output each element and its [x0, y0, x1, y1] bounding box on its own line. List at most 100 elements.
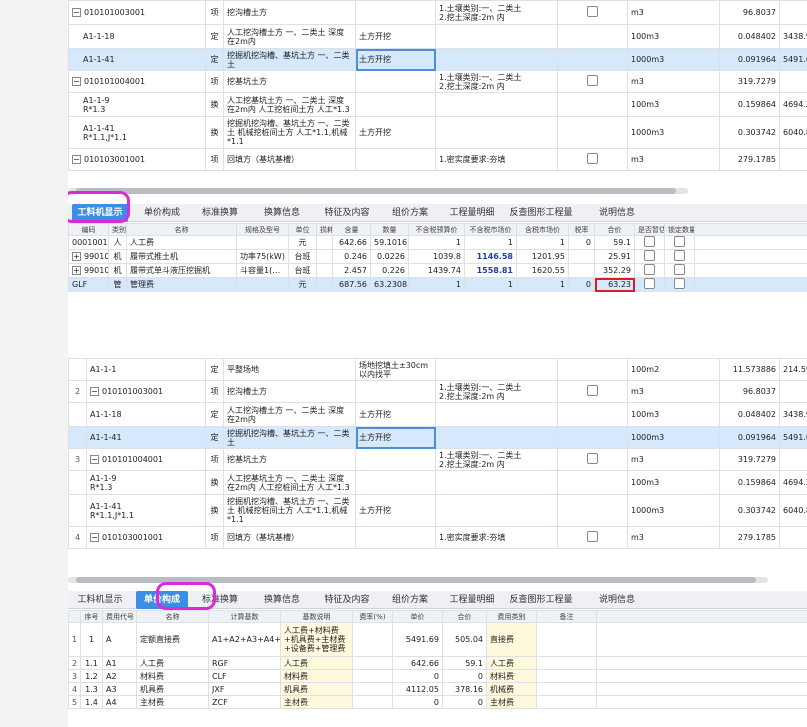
item-price: [779, 148, 807, 171]
table-row[interactable]: A1-1-41 R*1.1,J*1.1 换挖掘机挖沟槽、基坑土方 一、二类土 机械挖…: [68, 116, 807, 149]
table-row[interactable]: A1-1-41 R*1.1,J*1.1 换挖掘机挖沟槽、基坑土方 一、二类土 机械挖…: [68, 494, 807, 527]
table-row[interactable]: −010103001001 项回填方（基坑基槽） 1.密实度要求:夯填 m3 279.1…: [68, 148, 807, 171]
table-row[interactable]: 2 1.1 A1 人工费 RGF 人工费 642.66 59.1 人工费: [68, 656, 807, 670]
tab-8[interactable]: 反查图形工程量: [504, 204, 578, 222]
item-name: 回填方（基坑基槽）: [223, 148, 356, 171]
column-header: 不含税市场价: [464, 223, 517, 236]
tab-9[interactable]: 说明信息: [580, 204, 654, 222]
item-check: [557, 116, 628, 149]
checkbox[interactable]: [587, 531, 598, 542]
table-row[interactable]: +990101015机履带式推土机功率75(kW)台班 0.2460.022610…: [68, 249, 807, 264]
labor-name: 履带式推土机: [126, 249, 237, 264]
item-desc: [355, 70, 436, 93]
scrollbar-thumb[interactable]: [76, 188, 676, 194]
checkbox[interactable]: [674, 250, 685, 261]
tab-6[interactable]: 组价方案: [380, 204, 440, 222]
checkbox[interactable]: [644, 250, 655, 261]
table-row[interactable]: 3−010101004001 项挖基坑土方 1.土壤类别:一、二类土 2.挖土深度:2…: [68, 448, 807, 471]
table-row[interactable]: A1-1-18 定人工挖沟槽土方 一、二类土 深度在2m内 土方开挖 100m3 0.0…: [68, 24, 807, 49]
item-unit: 1000m3: [627, 494, 720, 527]
table-row[interactable]: 11A定额直接费A1+A2+A3+A4+A5+A6人工费+材料费+机具费+主材费…: [68, 622, 807, 657]
table-row[interactable]: 4−010103001001 项回填方（基坑基槽） 1.密实度要求:夯填 m3 279.…: [68, 526, 807, 549]
tree-toggle-icon[interactable]: −: [72, 155, 81, 164]
checkbox[interactable]: [674, 264, 685, 275]
item-code: A1-1-41: [86, 426, 206, 449]
table-row[interactable]: −010101003001 项挖沟槽土方 1.土壤类别:一、二类土 2.挖土深度:2m…: [68, 0, 807, 25]
row-number: [68, 358, 87, 381]
item-price: 5491.69: [779, 426, 807, 449]
checkbox[interactable]: [644, 278, 655, 289]
table-row[interactable]: −010101004001 项挖基坑土方 1.土壤类别:一、二类土 2.挖土深度:2m…: [68, 70, 807, 93]
tree-toggle-icon[interactable]: +: [72, 266, 81, 275]
tab-7[interactable]: 工程量明细: [442, 591, 502, 609]
tab-5[interactable]: 特征及内容: [316, 204, 378, 222]
item-unit: m3: [627, 70, 720, 93]
cost-base-desc: 人工费+材料费+机具费+主材费+设备费+管理费: [280, 622, 353, 657]
checkbox[interactable]: [644, 264, 655, 275]
checkbox[interactable]: [587, 453, 598, 464]
checkbox[interactable]: [587, 385, 598, 396]
item-price: 4694.23: [779, 470, 807, 495]
tab-8[interactable]: 反查图形工程量: [504, 591, 578, 609]
labor-market-price: 1: [464, 235, 517, 250]
tree-toggle-icon[interactable]: +: [72, 252, 81, 261]
table-row[interactable]: 2−010101003001 项挖沟槽土方 1.土壤类别:一、二类土 2.挖土深度:2…: [68, 380, 807, 403]
table-row[interactable]: 00010010人人工费元642.6659.1016111059.1: [68, 235, 807, 250]
lock-qty-checkbox: [664, 277, 695, 292]
table-row[interactable]: A1-1-41 定挖掘机挖沟槽、基坑土方 一、二类土 土方开挖 1000m3 0.091…: [68, 426, 807, 449]
tab-1[interactable]: 工料机显示: [72, 591, 128, 609]
table-row[interactable]: 3 1.2 A2 材料费 CLF 材料费 0 0 材料费: [68, 669, 807, 683]
tree-toggle-icon[interactable]: −: [72, 77, 81, 86]
item-name: 人工挖基坑土方 一、二类土 深度在2m内 人工挖桩间土方 人工*1.3: [223, 470, 356, 495]
item-type: 定: [205, 402, 224, 427]
labor-code-text: 00010010: [72, 238, 108, 247]
tab-2[interactable]: 单价构成: [136, 204, 188, 222]
cost-rate: [352, 656, 393, 670]
item-check: [557, 470, 628, 495]
tab-4[interactable]: 换算信息: [252, 204, 312, 222]
item-code: A1-1-41 R*1.1,J*1.1: [68, 116, 206, 149]
bill-items-table: A1-1-1 定平整场地 场地挖填土±30cm以内找平 100m2 11.573886 2…: [68, 358, 807, 549]
tab-7[interactable]: 工程量明细: [442, 204, 502, 222]
item-code-text: A1-1-9 R*1.3: [83, 95, 110, 114]
item-code-text: A1-1-41: [83, 55, 115, 64]
tab-3[interactable]: 标准换算: [190, 204, 250, 222]
table-row[interactable]: A1-1-41 定挖掘机挖沟槽、基坑土方 一、二类土 土方开挖 1000m3 0.091…: [68, 48, 807, 71]
table-row[interactable]: +990106030机履带式单斗液压挖掘机斗容量1(…台班2.4570.2261…: [68, 263, 807, 278]
tab-4[interactable]: 换算信息: [252, 591, 312, 609]
tree-toggle-icon[interactable]: −: [90, 387, 99, 396]
horizontal-scrollbar[interactable]: [68, 188, 688, 194]
table-row[interactable]: GLF 管管理费元 687.56 63.2308 1 1 1 0 63.23: [68, 277, 807, 292]
labor-content: 687.56: [332, 277, 371, 292]
tab-5[interactable]: 特征及内容: [316, 591, 378, 609]
checkbox[interactable]: [587, 75, 598, 86]
cost-seq: 1.4: [80, 695, 103, 709]
item-code-text: A1-1-9 R*1.3: [90, 473, 117, 492]
item-name: 挖沟槽土方: [223, 380, 356, 403]
checkbox[interactable]: [674, 278, 685, 289]
item-features: [435, 402, 558, 427]
tab-6[interactable]: 组价方案: [380, 591, 440, 609]
tree-toggle-icon[interactable]: −: [72, 8, 81, 17]
table-row[interactable]: 4 1.3 A3 机具费 JXF 机具费 4112.05 378.16 机械费: [68, 682, 807, 696]
tree-toggle-icon[interactable]: −: [90, 455, 99, 464]
table-row[interactable]: A1-1-9 R*1.3 换人工挖基坑土方 一、二类土 深度在2m内 人工挖桩间土方…: [68, 92, 807, 117]
checkbox[interactable]: [587, 6, 598, 17]
table-row[interactable]: A1-1-9 R*1.3 换人工挖基坑土方 一、二类土 深度在2m内 人工挖桩间土方…: [68, 470, 807, 495]
item-code-text: A1-1-41: [90, 433, 122, 442]
item-qty: 0.159864: [719, 92, 780, 117]
table-row[interactable]: 5 1.4 A4 主材费 ZCF 主材费 0 0 主材费: [68, 695, 807, 709]
tab-9[interactable]: 说明信息: [580, 591, 654, 609]
labor-name: 人工费: [126, 235, 237, 250]
column-header: 锁定数量: [664, 223, 695, 236]
labor-category: 人: [108, 235, 127, 250]
cost-total: 59.1: [442, 656, 487, 670]
checkbox[interactable]: [587, 153, 598, 164]
table-row[interactable]: A1-1-1 定平整场地 场地挖填土±30cm以内找平 100m2 11.573886 2…: [68, 358, 807, 381]
table-row[interactable]: A1-1-18 定人工挖沟槽土方 一、二类土 深度在2m内 土方开挖 100m3 0.0…: [68, 402, 807, 427]
tree-toggle-icon[interactable]: −: [90, 533, 99, 542]
checkbox[interactable]: [644, 236, 655, 247]
checkbox[interactable]: [674, 236, 685, 247]
cost-base-desc: 机具费: [280, 682, 353, 696]
item-qty: 0.159864: [719, 470, 780, 495]
